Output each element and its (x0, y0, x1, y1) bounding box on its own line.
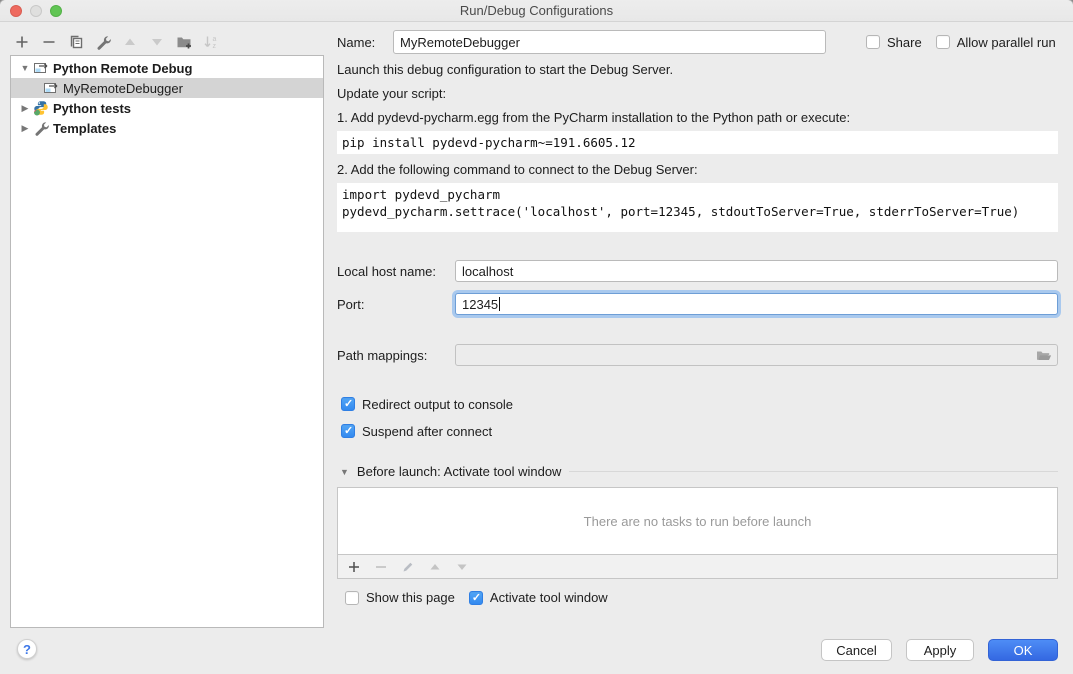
instruction-update: Update your script: (337, 86, 1058, 102)
edit-templates-wrench-icon[interactable] (95, 34, 111, 50)
add-icon[interactable] (14, 34, 30, 50)
checkbox-box[interactable] (341, 424, 355, 438)
name-label: Name: (337, 35, 381, 50)
name-input[interactable] (393, 30, 826, 54)
open-folder-icon[interactable] (1036, 347, 1052, 363)
activate-tool-window-checkbox[interactable]: Activate tool window (469, 590, 608, 605)
copy-icon[interactable] (68, 34, 84, 50)
empty-tasks-message: There are no tasks to run before launch (584, 514, 812, 529)
add-icon[interactable] (346, 559, 362, 575)
titlebar: Run/Debug Configurations (0, 0, 1073, 22)
share-checkbox[interactable]: Share (866, 35, 922, 50)
move-up-icon (427, 559, 443, 575)
chevron-right-icon[interactable]: ▶ (19, 103, 31, 114)
remote-debug-icon (33, 60, 49, 76)
path-mappings-label: Path mappings: (337, 348, 447, 363)
help-button[interactable]: ? (17, 639, 37, 659)
port-input[interactable]: 12345 (455, 293, 1058, 315)
edit-pencil-icon (400, 559, 416, 575)
instruction-intro: Launch this debug configuration to start… (337, 62, 1058, 78)
configuration-editor: Name: Share Allow parallel run Launch th… (337, 30, 1058, 605)
new-folder-icon[interactable] (176, 34, 192, 50)
local-host-name-input[interactable] (455, 260, 1058, 282)
ok-button[interactable]: OK (988, 639, 1058, 661)
suspend-after-connect-label: Suspend after connect (362, 424, 492, 439)
move-up-icon (122, 34, 138, 50)
before-launch-title: Before launch: Activate tool window (357, 464, 562, 479)
tree-item-python-remote-debug[interactable]: ▼ Python Remote Debug (11, 58, 323, 78)
window-title: Run/Debug Configurations (0, 3, 1073, 18)
activate-tool-window-label: Activate tool window (490, 590, 608, 605)
suspend-after-connect-checkbox[interactable]: Suspend after connect (341, 424, 492, 439)
instruction-step2: 2. Add the following command to connect … (337, 162, 1058, 178)
tree-item-templates[interactable]: ▶ Templates (11, 118, 323, 138)
show-this-page-checkbox[interactable]: Show this page (345, 590, 455, 605)
tree-item-python-tests[interactable]: ▶ Python tests (11, 98, 323, 118)
move-down-icon (454, 559, 470, 575)
move-down-icon (149, 34, 165, 50)
checkbox-box[interactable] (469, 591, 483, 605)
svg-text:a: a (213, 36, 217, 43)
port-value: 12345 (462, 297, 498, 312)
instruction-step1: 1. Add pydevd-pycharm.egg from the PyCha… (337, 110, 1058, 126)
configurations-tree: ▼ Python Remote Debug MyRemoteDebugger (10, 55, 324, 628)
show-this-page-label: Show this page (366, 590, 455, 605)
checkbox-box[interactable] (341, 397, 355, 411)
remove-icon[interactable] (41, 34, 57, 50)
collapse-arrow-icon[interactable]: ▼ (340, 467, 349, 477)
allow-parallel-run-label: Allow parallel run (957, 35, 1056, 50)
tree-item-label: Python Remote Debug (53, 61, 192, 76)
port-label: Port: (337, 297, 447, 312)
svg-text:z: z (213, 43, 217, 50)
python-tests-icon (33, 100, 49, 116)
chevron-down-icon[interactable]: ▼ (19, 63, 31, 73)
before-launch-toolbar (337, 555, 1058, 579)
checkbox-box[interactable] (345, 591, 359, 605)
remove-icon (373, 559, 389, 575)
chevron-right-icon[interactable]: ▶ (19, 123, 31, 134)
configurations-toolbar: a z (14, 32, 219, 52)
cancel-button[interactable]: Cancel (821, 639, 892, 661)
before-launch-task-list[interactable]: There are no tasks to run before launch (337, 487, 1058, 555)
remote-debug-icon (43, 80, 59, 96)
dialog-footer: ? Cancel Apply OK (0, 628, 1073, 674)
local-host-name-label: Local host name: (337, 264, 447, 279)
code-line-1: import pydevd_pycharm (342, 187, 500, 202)
pip-install-code: pip install pydevd-pycharm~=191.6605.12 (337, 131, 1058, 154)
path-mappings-input[interactable] (455, 344, 1058, 366)
tree-item-myremotedebugger[interactable]: MyRemoteDebugger (11, 78, 323, 98)
redirect-output-label: Redirect output to console (362, 397, 513, 412)
redirect-output-checkbox[interactable]: Redirect output to console (341, 397, 513, 412)
settrace-code: import pydevd_pycharm pydevd_pycharm.set… (337, 183, 1058, 232)
tree-item-label: Templates (53, 121, 116, 136)
code-line-2: pydevd_pycharm.settrace('localhost', por… (342, 204, 1019, 219)
before-launch-section-header[interactable]: ▼ Before launch: Activate tool window (337, 464, 1058, 479)
text-cursor (499, 297, 500, 311)
run-debug-configurations-dialog: Run/Debug Configurations (0, 0, 1073, 674)
sort-alphabetically-icon: a z (203, 34, 219, 50)
apply-button[interactable]: Apply (906, 639, 974, 661)
tree-item-label: Python tests (53, 101, 131, 116)
checkbox-box[interactable] (866, 35, 880, 49)
allow-parallel-run-checkbox[interactable]: Allow parallel run (936, 35, 1056, 50)
separator-line (569, 471, 1058, 472)
checkbox-box[interactable] (936, 35, 950, 49)
tree-item-label: MyRemoteDebugger (63, 81, 183, 96)
wrench-icon (33, 120, 49, 136)
share-label: Share (887, 35, 922, 50)
